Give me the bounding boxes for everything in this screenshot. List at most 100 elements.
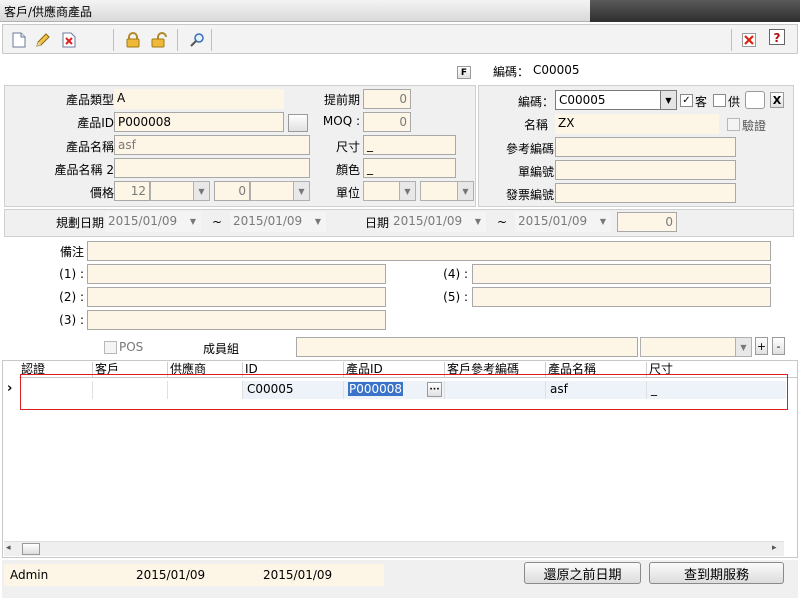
supplier-checkbox[interactable] [713, 94, 726, 107]
chevron-down-icon: ▼ [474, 216, 482, 226]
size-field[interactable]: _ [363, 135, 456, 155]
toolbar-separator [113, 29, 114, 51]
verify-checkbox[interactable] [727, 118, 740, 131]
date-to[interactable]: 2015/01/09 ▼ [515, 212, 611, 232]
verify-checkbox-label: 驗證 [742, 119, 767, 133]
note5-field[interactable] [472, 287, 771, 307]
note3-field[interactable] [87, 310, 386, 330]
supplier-checkbox-label: 供 [728, 95, 741, 109]
toolbar: ? [2, 24, 798, 54]
product-id-lookup-button[interactable] [288, 114, 308, 132]
chevron-down-icon: ▼ [457, 182, 473, 200]
close-icon[interactable] [739, 30, 759, 50]
leadtime-field[interactable]: 0 [363, 89, 411, 109]
scroll-right-icon[interactable]: ▸ [772, 543, 777, 553]
count-field[interactable]: 0 [617, 212, 677, 232]
lock-icon[interactable] [123, 30, 143, 50]
product-type-field[interactable]: A [114, 89, 284, 109]
doc-no-field[interactable] [555, 160, 736, 180]
title-bar-dark-area [590, 0, 800, 22]
ellipsis-button[interactable]: ··· [427, 382, 442, 397]
delete-icon[interactable] [59, 30, 79, 50]
partner-extra-button[interactable] [745, 91, 765, 109]
price-label: 價格 [89, 186, 114, 200]
date-label: 日期 [365, 216, 390, 230]
remark-field[interactable] [87, 241, 771, 261]
note2-label: (2) : [59, 290, 84, 304]
plan-date-from[interactable]: 2015/01/09 ▼ [105, 212, 201, 232]
clear-x-button[interactable]: X [770, 92, 784, 108]
tilde: ~ [212, 215, 223, 229]
color-field[interactable]: _ [363, 158, 456, 178]
date-from[interactable]: 2015/01/09 ▼ [390, 212, 486, 232]
ref-code-field[interactable] [555, 137, 736, 157]
chevron-down-icon: ▼ [399, 182, 415, 200]
status-date-1: 2015/01/09 [136, 568, 206, 582]
moq-field[interactable]: 0 [363, 112, 411, 132]
plan-date-to[interactable]: 2015/01/09 ▼ [230, 212, 326, 232]
ref-code-label: 參考編碼 [505, 142, 554, 156]
partner-name-label: 名稱 [523, 118, 548, 132]
pencil-icon[interactable] [33, 30, 53, 50]
size-label: 尺寸 [335, 140, 360, 154]
cell-product-id-text: P000008 [348, 382, 404, 396]
horizontal-scrollbar[interactable]: ◂ ▸ [4, 541, 784, 556]
unit-select-2[interactable]: ▼ [420, 181, 474, 201]
cell-product-name[interactable]: asf [546, 381, 647, 399]
status-date-2: 2015/01/09 [263, 568, 333, 582]
product-name-field[interactable]: asf [114, 135, 310, 155]
help-icon[interactable]: ? [767, 27, 787, 47]
partner-code-select[interactable]: C00005 ▼ [555, 90, 677, 110]
cell-supplier[interactable] [168, 381, 243, 399]
customer-checkbox[interactable]: ✓ [680, 94, 693, 107]
cell-verify[interactable] [21, 381, 93, 399]
restore-previous-date-button[interactable]: 還原之前日期 [524, 562, 641, 584]
product-name2-field[interactable] [114, 158, 310, 178]
note5-label: (5) : [443, 290, 468, 304]
cell-id[interactable]: C00005 [243, 381, 344, 399]
toolbar-separator [177, 29, 178, 51]
price-field[interactable]: 12 [114, 181, 150, 201]
cell-customer-ref[interactable] [445, 381, 546, 399]
product-name-label: 產品名稱 [65, 140, 114, 154]
new-document-icon[interactable] [9, 30, 29, 50]
price-value2-field[interactable]: 0 [214, 181, 250, 201]
remark-label: 備注 [59, 245, 84, 259]
note4-label: (4) : [443, 267, 468, 281]
pos-label: POS [119, 340, 144, 354]
product-grid[interactable]: 認證 客戶 供應商 ID 產品ID 客戶參考編碼 產品名稱 尺寸 › C0000… [2, 360, 798, 558]
cell-size[interactable]: _ [647, 381, 786, 399]
note4-field[interactable] [472, 264, 771, 284]
partner-name-field[interactable]: ZX [555, 114, 719, 134]
chevron-down-icon: ▼ [660, 91, 676, 109]
window-title: 客戶/供應商產品 [4, 5, 93, 19]
chevron-down-icon: ▼ [599, 216, 607, 226]
remove-group-button[interactable]: - [772, 337, 785, 355]
scroll-thumb[interactable] [22, 543, 40, 555]
header-code-value: C00005 [533, 63, 580, 77]
toolbar-separator [211, 29, 212, 51]
member-group-label: 成員組 [203, 342, 240, 356]
title-bar: 客戶/供應商產品 [0, 0, 800, 22]
check-expiry-service-button[interactable]: 查到期服務 [649, 562, 784, 584]
note3-label: (3) : [59, 313, 84, 327]
note1-label: (1) : [59, 267, 84, 281]
unit-select[interactable]: ▼ [363, 181, 416, 201]
price-unit-select[interactable]: ▼ [250, 181, 310, 201]
unlock-icon[interactable] [149, 30, 169, 50]
moq-label: MOQ : [322, 114, 360, 128]
scroll-left-icon[interactable]: ◂ [6, 543, 11, 553]
search-icon[interactable] [187, 30, 207, 50]
pos-checkbox[interactable] [104, 341, 117, 354]
add-group-button[interactable]: + [755, 337, 768, 355]
cell-customer[interactable] [93, 381, 168, 399]
product-id-field[interactable]: P000008 [114, 112, 284, 132]
f-badge[interactable]: F [457, 66, 471, 79]
invoice-no-field[interactable] [555, 183, 736, 203]
note1-field[interactable] [87, 264, 386, 284]
member-group-select[interactable]: ▼ [640, 337, 752, 357]
member-group-field[interactable] [296, 337, 638, 357]
tilde-2: ~ [497, 215, 508, 229]
price-currency-select[interactable]: ▼ [150, 181, 210, 201]
note2-field[interactable] [87, 287, 386, 307]
